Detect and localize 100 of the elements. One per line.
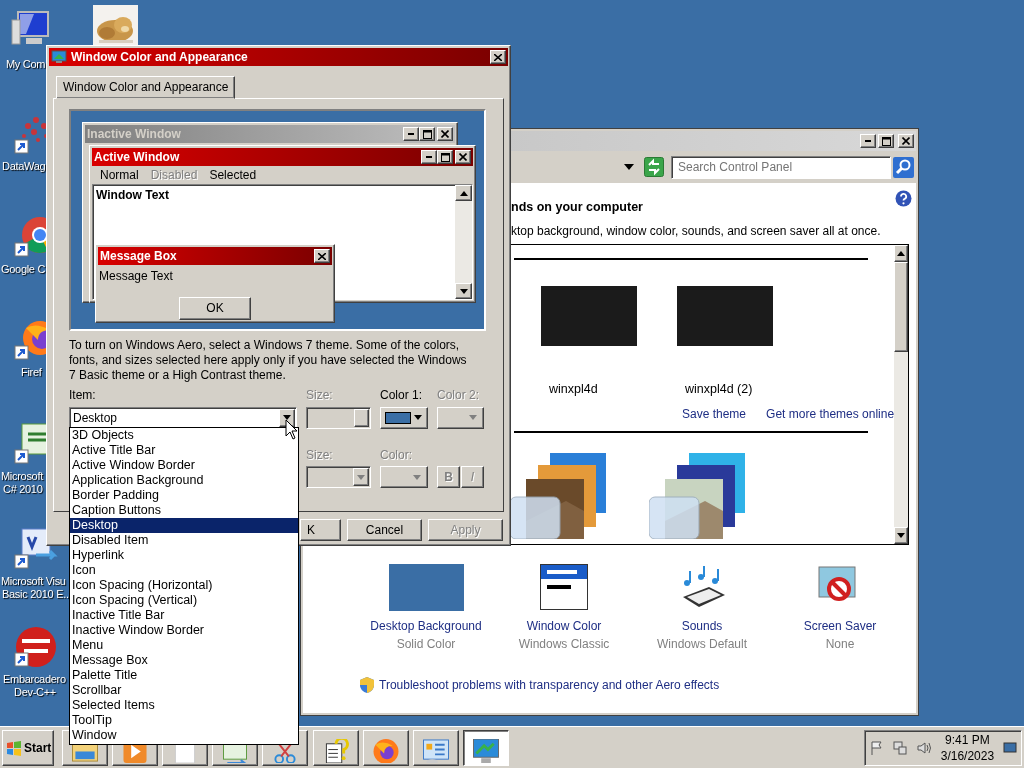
- dropdown-option[interactable]: Border Padding: [70, 488, 298, 503]
- description: ktop background, window color, sounds, and screen saver all at once.: [511, 224, 882, 239]
- dialog-button[interactable]: K: [300, 519, 341, 542]
- icon-label: Basic 2010 E..: [2, 588, 69, 602]
- color-picker-button[interactable]: [380, 406, 428, 429]
- dropdown-option[interactable]: Application Background: [70, 473, 298, 488]
- menu-item[interactable]: Normal: [94, 168, 145, 183]
- minimize-button[interactable]: [860, 134, 876, 148]
- ok-button[interactable]: OK: [179, 296, 251, 320]
- maximize-button[interactable]: [437, 150, 453, 165]
- shield-icon: [359, 676, 375, 695]
- clock-date[interactable]: 3/16/2023: [939, 748, 996, 764]
- network-icon[interactable]: [892, 740, 908, 756]
- refresh-icon[interactable]: [644, 157, 664, 177]
- minimize-button[interactable]: [403, 127, 419, 142]
- close-button[interactable]: [490, 50, 506, 64]
- dropdown-option[interactable]: Icon Spacing (Horizontal): [70, 578, 298, 593]
- scrollbar[interactable]: [455, 185, 472, 300]
- close-button[interactable]: [437, 127, 453, 142]
- dropdown-option[interactable]: Desktop: [70, 518, 298, 533]
- minimize-icon: [864, 140, 872, 142]
- theme-label[interactable]: winxpl4d (2): [677, 382, 773, 398]
- flag-icon[interactable]: [869, 740, 885, 756]
- help-icon[interactable]: [895, 190, 912, 207]
- dropdown-option[interactable]: Icon: [70, 563, 298, 578]
- dropdown-option[interactable]: Menu: [70, 638, 298, 653]
- font-color-button[interactable]: [380, 466, 428, 489]
- setting-link[interactable]: Screen Saver: [803, 619, 877, 634]
- description: To turn on Windows Aero, select a Windows 7 theme. Some of the colors, fonts, and sizes selected here apply only if you have selected the Windows 7 Basic theme or a High Contrast theme.: [69, 338, 468, 384]
- close-button[interactable]: [455, 150, 471, 165]
- link[interactable]: Save theme: [682, 407, 747, 422]
- window-title: Inactive Window: [87, 127, 181, 142]
- link[interactable]: Get more themes online: [766, 407, 895, 422]
- minimize-icon: [407, 133, 415, 136]
- clock-time[interactable]: 9:41 PM: [939, 732, 996, 748]
- dropdown-arrow-icon[interactable]: [283, 415, 291, 421]
- down-arrow-icon[interactable]: [459, 288, 468, 294]
- setting-value: Solid Color: [396, 636, 456, 652]
- dropdown-option[interactable]: Inactive Window Border: [70, 623, 298, 638]
- color-picker-button[interactable]: [437, 406, 484, 429]
- font-size-dropdown[interactable]: [306, 466, 371, 489]
- window-icon[interactable]: [539, 563, 589, 612]
- item-dropdown[interactable]: Desktop: [69, 406, 297, 429]
- maximize-icon: [440, 152, 450, 162]
- dropdown-option[interactable]: Palette Title: [70, 668, 298, 683]
- dropdown-option[interactable]: Inactive Title Bar: [70, 608, 298, 623]
- close-icon: [441, 130, 449, 139]
- show-desktop-icon[interactable]: [1003, 741, 1017, 755]
- troubleshoot-link[interactable]: Troubleshoot problems with transparency and other Aero effects: [379, 677, 720, 693]
- search-icon[interactable]: [893, 156, 914, 178]
- volume-icon[interactable]: [915, 740, 932, 756]
- theme-label[interactable]: winxpl4d: [541, 382, 637, 398]
- icon-label: Microsoft Visu: [1, 575, 66, 589]
- menu-item[interactable]: Selected: [203, 168, 263, 183]
- help-file-icon: [323, 739, 349, 763]
- dropdown-option[interactable]: Scrollbar: [70, 683, 298, 698]
- up-arrow-icon[interactable]: [459, 190, 468, 196]
- dialog-button[interactable]: Cancel: [347, 519, 422, 542]
- dropdown-option[interactable]: Selected Items: [70, 698, 298, 713]
- dropdown-arrow-icon[interactable]: [624, 164, 634, 170]
- search-field[interactable]: Search Control Panel: [671, 155, 891, 179]
- dropdown-option[interactable]: Icon Spacing (Vertical): [70, 593, 298, 608]
- close-icon: [902, 137, 910, 145]
- close-button[interactable]: [314, 249, 330, 264]
- taskbar-button[interactable]: [463, 730, 509, 766]
- window-title: Window Color and Appearance: [71, 49, 248, 65]
- theme-thumbnail[interactable]: [541, 286, 637, 347]
- dropdown-option[interactable]: Message Box: [70, 653, 298, 668]
- dropdown-option[interactable]: Active Title Bar: [70, 443, 298, 458]
- dropdown-arrow-icon: [414, 415, 422, 421]
- setting-link[interactable]: Sounds: [681, 619, 723, 634]
- setting-link[interactable]: Desktop Background: [370, 619, 482, 634]
- minimize-button[interactable]: [421, 150, 437, 165]
- maximize-button[interactable]: [878, 134, 894, 148]
- maximize-button[interactable]: [419, 127, 435, 142]
- setting-link[interactable]: Window Color: [526, 619, 602, 634]
- dropdown-option[interactable]: Active Window Border: [70, 458, 298, 473]
- window-text: Window Text: [96, 188, 169, 203]
- close-icon: [318, 252, 326, 260]
- color-swatch[interactable]: [387, 563, 465, 612]
- down-arrow-icon[interactable]: [897, 533, 906, 539]
- dropdown-option[interactable]: Window: [70, 728, 298, 743]
- start-button[interactable]: Start: [2, 730, 54, 766]
- monitor-icon: [473, 739, 499, 763]
- close-button[interactable]: [898, 134, 914, 148]
- dropdown-option[interactable]: Hyperlink: [70, 548, 298, 563]
- size-label: Size:: [306, 447, 334, 463]
- color-label: Color 1:: [380, 388, 424, 403]
- color-label: Color 2:: [437, 388, 481, 403]
- up-arrow-icon[interactable]: [897, 251, 906, 257]
- dropdown-option[interactable]: Caption Buttons: [70, 503, 298, 518]
- scrollbar[interactable]: [894, 245, 908, 545]
- maximize-icon: [881, 136, 891, 146]
- icon-label: DataWag: [2, 160, 46, 174]
- icon-label: C# 2010: [3, 483, 43, 497]
- theme-thumbnail[interactable]: [677, 286, 773, 347]
- dropdown-option[interactable]: Disabled Item: [70, 533, 298, 548]
- dropdown-arrow-icon: [357, 474, 365, 480]
- tab[interactable]: Window Color and Appearance: [56, 76, 236, 100]
- dropdown-option[interactable]: ToolTip: [70, 713, 298, 728]
